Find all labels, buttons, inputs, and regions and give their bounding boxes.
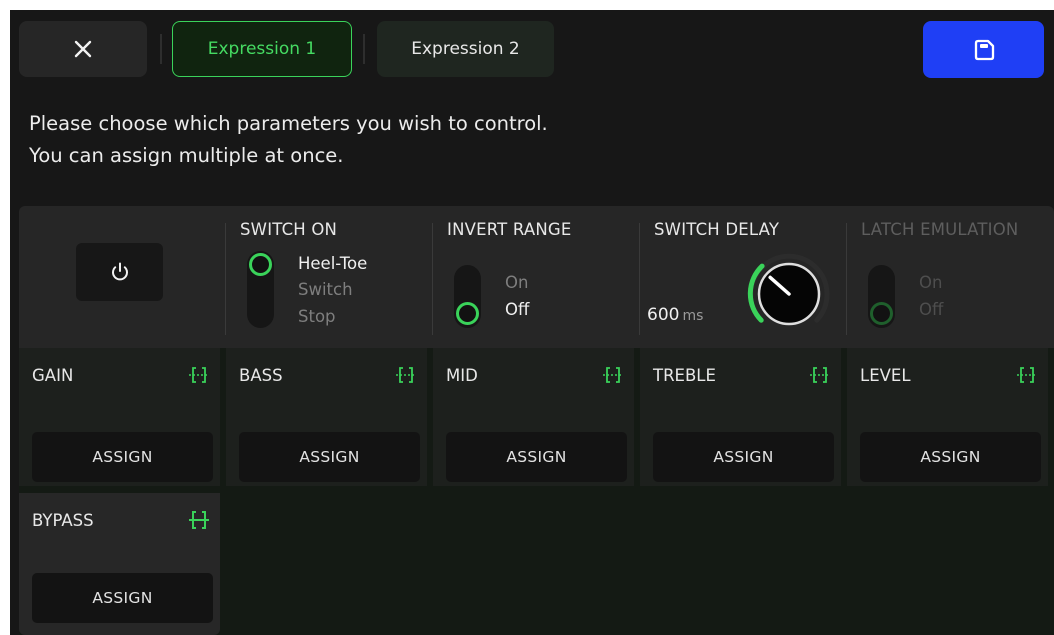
close-button[interactable] [19,21,147,77]
param-card-bypass: BYPASS ASSIGN [19,493,220,635]
param-name: BYPASS [32,511,94,530]
switch-on-knob[interactable] [249,253,272,276]
param-card-level: LEVEL ASSIGN [847,348,1048,486]
tab-separator [160,34,162,64]
tab-separator [363,34,365,64]
expression-editor: Expression 1 Expression 2 Please choose … [10,10,1054,635]
assign-button[interactable]: ASSIGN [239,432,420,482]
assign-button[interactable]: ASSIGN [446,432,627,482]
assign-button[interactable]: ASSIGN [32,573,213,623]
param-card-gain: GAIN ASSIGN [19,348,220,486]
instructions: Please choose which parameters you wish … [29,108,548,172]
switch-delay-value: 600 [647,305,680,325]
switch-on-option-stop[interactable]: Stop [298,307,336,326]
assign-bracket-icon [1017,367,1037,383]
param-name: BASS [239,366,283,385]
assign-button[interactable]: ASSIGN [860,432,1041,482]
latch-emulation-title: LATCH EMULATION [861,220,1019,239]
settings-divider [639,223,640,335]
settings-divider [432,223,433,335]
param-name: GAIN [32,366,74,385]
settings-divider [846,223,847,335]
assign-button[interactable]: ASSIGN [32,432,213,482]
param-card-treble: TREBLE ASSIGN [640,348,841,486]
assign-grid: GAIN ASSIGN BASS ASSIGN MID ASSIGN TREBL… [19,348,1054,635]
settings-panel: SWITCH ON Heel-Toe Switch Stop INVERT RA… [19,206,1054,348]
param-card-mid: MID ASSIGN [433,348,634,486]
param-name: MID [446,366,478,385]
invert-range-option-off[interactable]: Off [505,300,529,319]
latch-emulation-toggle[interactable] [868,265,895,328]
param-name: TREBLE [653,366,716,385]
instructions-line-1: Please choose which parameters you wish … [29,112,548,135]
switch-on-selector[interactable] [247,251,274,328]
switch-on-option-heel-toe[interactable]: Heel-Toe [298,254,367,273]
param-name: LEVEL [860,366,911,385]
power-icon [111,262,128,281]
latch-emulation-option-on[interactable]: On [919,273,942,292]
assign-bracket-icon [603,367,623,383]
instructions-line-2: You can assign multiple at once. [29,144,344,167]
assign-bracket-icon [189,511,209,529]
invert-range-toggle[interactable] [454,265,481,328]
switch-on-title: SWITCH ON [240,220,338,239]
switch-delay-knob[interactable] [743,248,835,338]
assign-bracket-icon [396,367,416,383]
switch-delay-unit: ms [682,308,704,324]
tab-expression-1[interactable]: Expression 1 [172,21,352,77]
latch-emulation-knob[interactable] [870,302,893,325]
switch-on-option-switch[interactable]: Switch [298,280,353,299]
assign-bracket-icon [189,367,209,383]
invert-range-knob[interactable] [456,302,479,325]
invert-range-option-on[interactable]: On [505,273,528,292]
save-icon [974,39,994,60]
close-icon [74,40,92,58]
latch-emulation-option-off[interactable]: Off [919,300,943,319]
param-card-bass: BASS ASSIGN [226,348,427,486]
assign-button[interactable]: ASSIGN [653,432,834,482]
switch-delay-readout: 600 ms [647,305,703,325]
settings-divider [225,223,226,335]
assign-bracket-icon [810,367,830,383]
switch-delay-title: SWITCH DELAY [654,220,780,239]
tab-expression-2[interactable]: Expression 2 [377,21,554,77]
save-button[interactable] [923,21,1044,78]
invert-range-title: INVERT RANGE [447,220,572,239]
power-button[interactable] [76,243,163,301]
